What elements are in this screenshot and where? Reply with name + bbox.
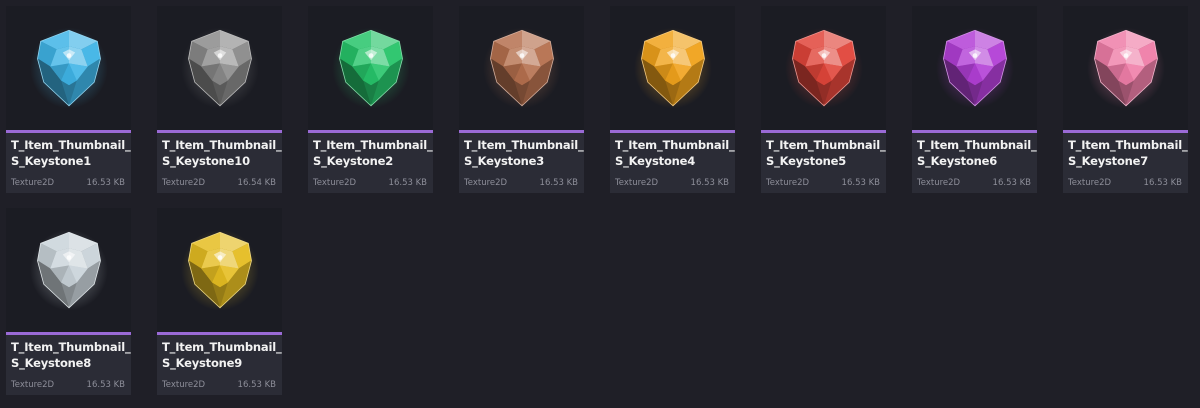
asset-thumbnail <box>761 6 886 130</box>
asset-type: Texture2D <box>917 178 961 188</box>
asset-thumbnail <box>157 208 282 332</box>
asset-meta: Texture2D 16.53 KB <box>11 178 125 188</box>
asset-type-bar <box>6 332 131 335</box>
asset-tile[interactable]: T_Item_Thumbnail_ S_Keystone4 Texture2D … <box>610 6 735 193</box>
asset-size: 16.53 KB <box>86 178 125 188</box>
keystone-gem-cyan-icon <box>29 27 108 109</box>
asset-meta: Texture2D 16.53 KB <box>313 178 427 188</box>
asset-thumbnail <box>308 6 433 130</box>
asset-thumbnail <box>459 6 584 130</box>
keystone-gem-orange-icon <box>633 27 712 109</box>
asset-size: 16.53 KB <box>86 380 125 390</box>
keystone-gem-red-icon <box>784 27 863 109</box>
asset-type-bar <box>912 130 1037 133</box>
asset-tile[interactable]: T_Item_Thumbnail_ S_Keystone9 Texture2D … <box>157 208 282 395</box>
asset-type: Texture2D <box>766 178 810 188</box>
asset-tile[interactable]: T_Item_Thumbnail_ S_Keystone10 Texture2D… <box>157 6 282 193</box>
asset-size: 16.53 KB <box>388 178 427 188</box>
keystone-gem-black-icon <box>180 27 259 109</box>
keystone-gem-pink-icon <box>1086 27 1165 109</box>
asset-name: T_Item_Thumbnail_ S_Keystone1 <box>11 138 131 168</box>
asset-name: T_Item_Thumbnail_ S_Keystone6 <box>917 138 1037 168</box>
asset-meta: Texture2D 16.53 KB <box>766 178 880 188</box>
asset-type-bar <box>308 130 433 133</box>
asset-tile[interactable]: T_Item_Thumbnail_ S_Keystone3 Texture2D … <box>459 6 584 193</box>
asset-tile[interactable]: T_Item_Thumbnail_ S_Keystone8 Texture2D … <box>6 208 131 395</box>
asset-tile[interactable]: T_Item_Thumbnail_ S_Keystone6 Texture2D … <box>912 6 1037 193</box>
asset-type-bar <box>761 130 886 133</box>
asset-thumbnail <box>610 6 735 130</box>
asset-type: Texture2D <box>11 380 55 390</box>
asset-size: 16.53 KB <box>690 178 729 188</box>
asset-tile[interactable]: T_Item_Thumbnail_ S_Keystone7 Texture2D … <box>1063 6 1188 193</box>
asset-size: 16.53 KB <box>539 178 578 188</box>
asset-type-bar <box>157 332 282 335</box>
asset-meta: Texture2D 16.54 KB <box>162 178 276 188</box>
asset-size: 16.54 KB <box>237 178 276 188</box>
asset-meta: Texture2D 16.53 KB <box>615 178 729 188</box>
asset-meta: Texture2D 16.53 KB <box>1068 178 1182 188</box>
asset-size: 16.53 KB <box>237 380 276 390</box>
asset-name: T_Item_Thumbnail_ S_Keystone4 <box>615 138 735 168</box>
asset-tile[interactable]: T_Item_Thumbnail_ S_Keystone1 Texture2D … <box>6 6 131 193</box>
asset-size: 16.53 KB <box>992 178 1031 188</box>
asset-size: 16.53 KB <box>841 178 880 188</box>
asset-thumbnail <box>6 208 131 332</box>
asset-thumbnail <box>1063 6 1188 130</box>
asset-name: T_Item_Thumbnail_ S_Keystone9 <box>162 340 282 370</box>
asset-type-bar <box>610 130 735 133</box>
asset-name: T_Item_Thumbnail_ S_Keystone10 <box>162 138 282 168</box>
asset-name: T_Item_Thumbnail_ S_Keystone8 <box>11 340 131 370</box>
keystone-gem-white-icon <box>29 229 108 311</box>
asset-name: T_Item_Thumbnail_ S_Keystone2 <box>313 138 433 168</box>
keystone-gem-purple-icon <box>935 27 1014 109</box>
asset-name: T_Item_Thumbnail_ S_Keystone7 <box>1068 138 1188 168</box>
asset-type: Texture2D <box>162 178 206 188</box>
asset-type-bar <box>157 130 282 133</box>
asset-thumbnail <box>6 6 131 130</box>
asset-type-bar <box>1063 130 1188 133</box>
asset-meta: Texture2D 16.53 KB <box>11 380 125 390</box>
asset-type: Texture2D <box>162 380 206 390</box>
asset-name: T_Item_Thumbnail_ S_Keystone3 <box>464 138 584 168</box>
asset-type: Texture2D <box>11 178 55 188</box>
keystone-gem-gold-icon <box>180 229 259 311</box>
asset-type: Texture2D <box>1068 178 1112 188</box>
asset-name: T_Item_Thumbnail_ S_Keystone5 <box>766 138 886 168</box>
asset-type: Texture2D <box>313 178 357 188</box>
asset-size: 16.53 KB <box>1143 178 1182 188</box>
asset-thumbnail <box>157 6 282 130</box>
asset-thumbnail <box>912 6 1037 130</box>
asset-type: Texture2D <box>464 178 508 188</box>
asset-tile[interactable]: T_Item_Thumbnail_ S_Keystone5 Texture2D … <box>761 6 886 193</box>
asset-type-bar <box>6 130 131 133</box>
asset-meta: Texture2D 16.53 KB <box>464 178 578 188</box>
asset-meta: Texture2D 16.53 KB <box>917 178 1031 188</box>
asset-tile[interactable]: T_Item_Thumbnail_ S_Keystone2 Texture2D … <box>308 6 433 193</box>
content-browser-grid: T_Item_Thumbnail_ S_Keystone1 Texture2D … <box>0 0 1200 408</box>
asset-type: Texture2D <box>615 178 659 188</box>
keystone-gem-green-icon <box>331 27 410 109</box>
asset-meta: Texture2D 16.53 KB <box>162 380 276 390</box>
asset-type-bar <box>459 130 584 133</box>
keystone-gem-bronze-icon <box>482 27 561 109</box>
